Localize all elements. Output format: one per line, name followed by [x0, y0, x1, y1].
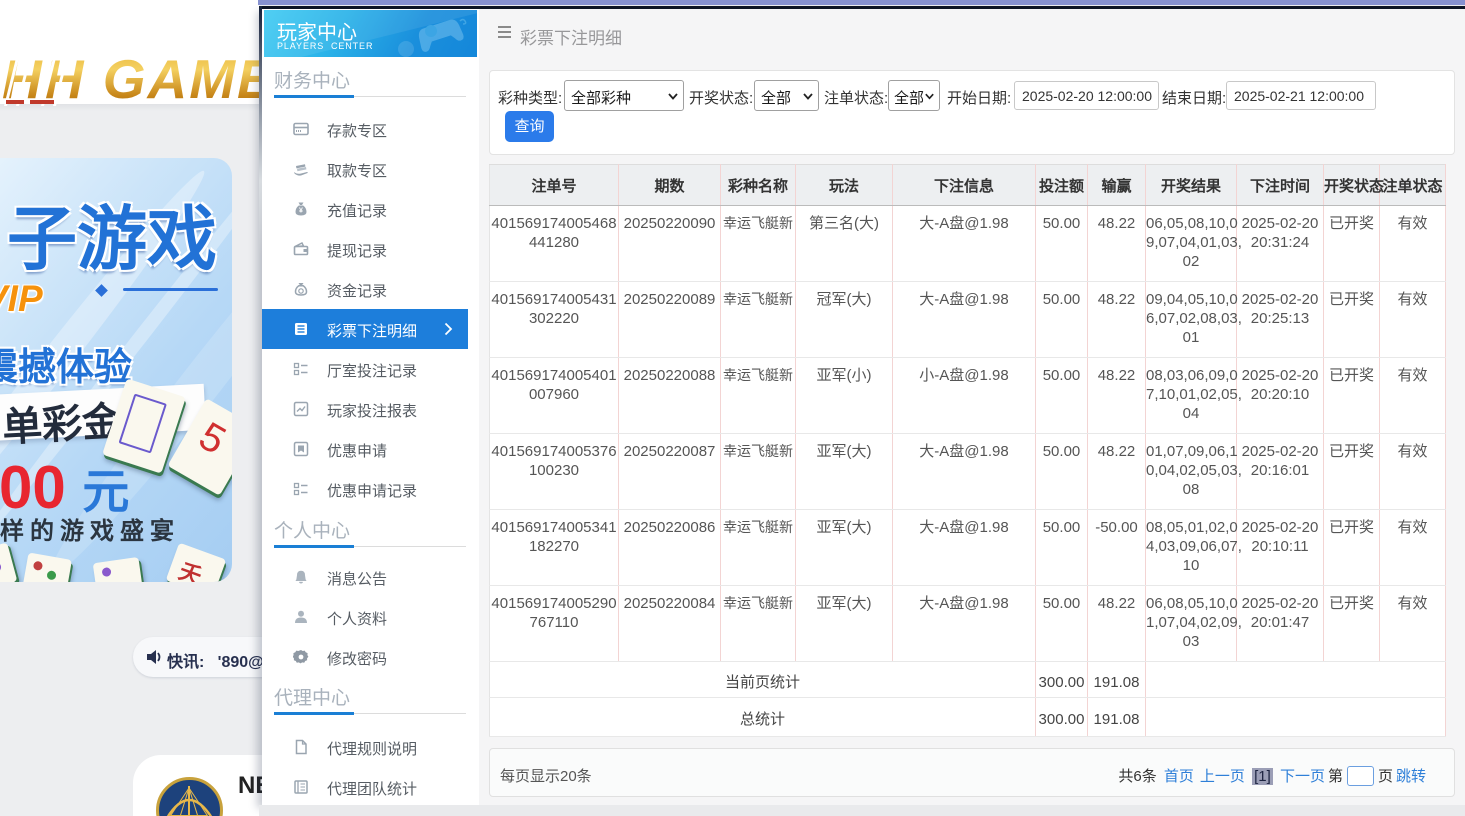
- svg-text:¥: ¥: [299, 208, 303, 215]
